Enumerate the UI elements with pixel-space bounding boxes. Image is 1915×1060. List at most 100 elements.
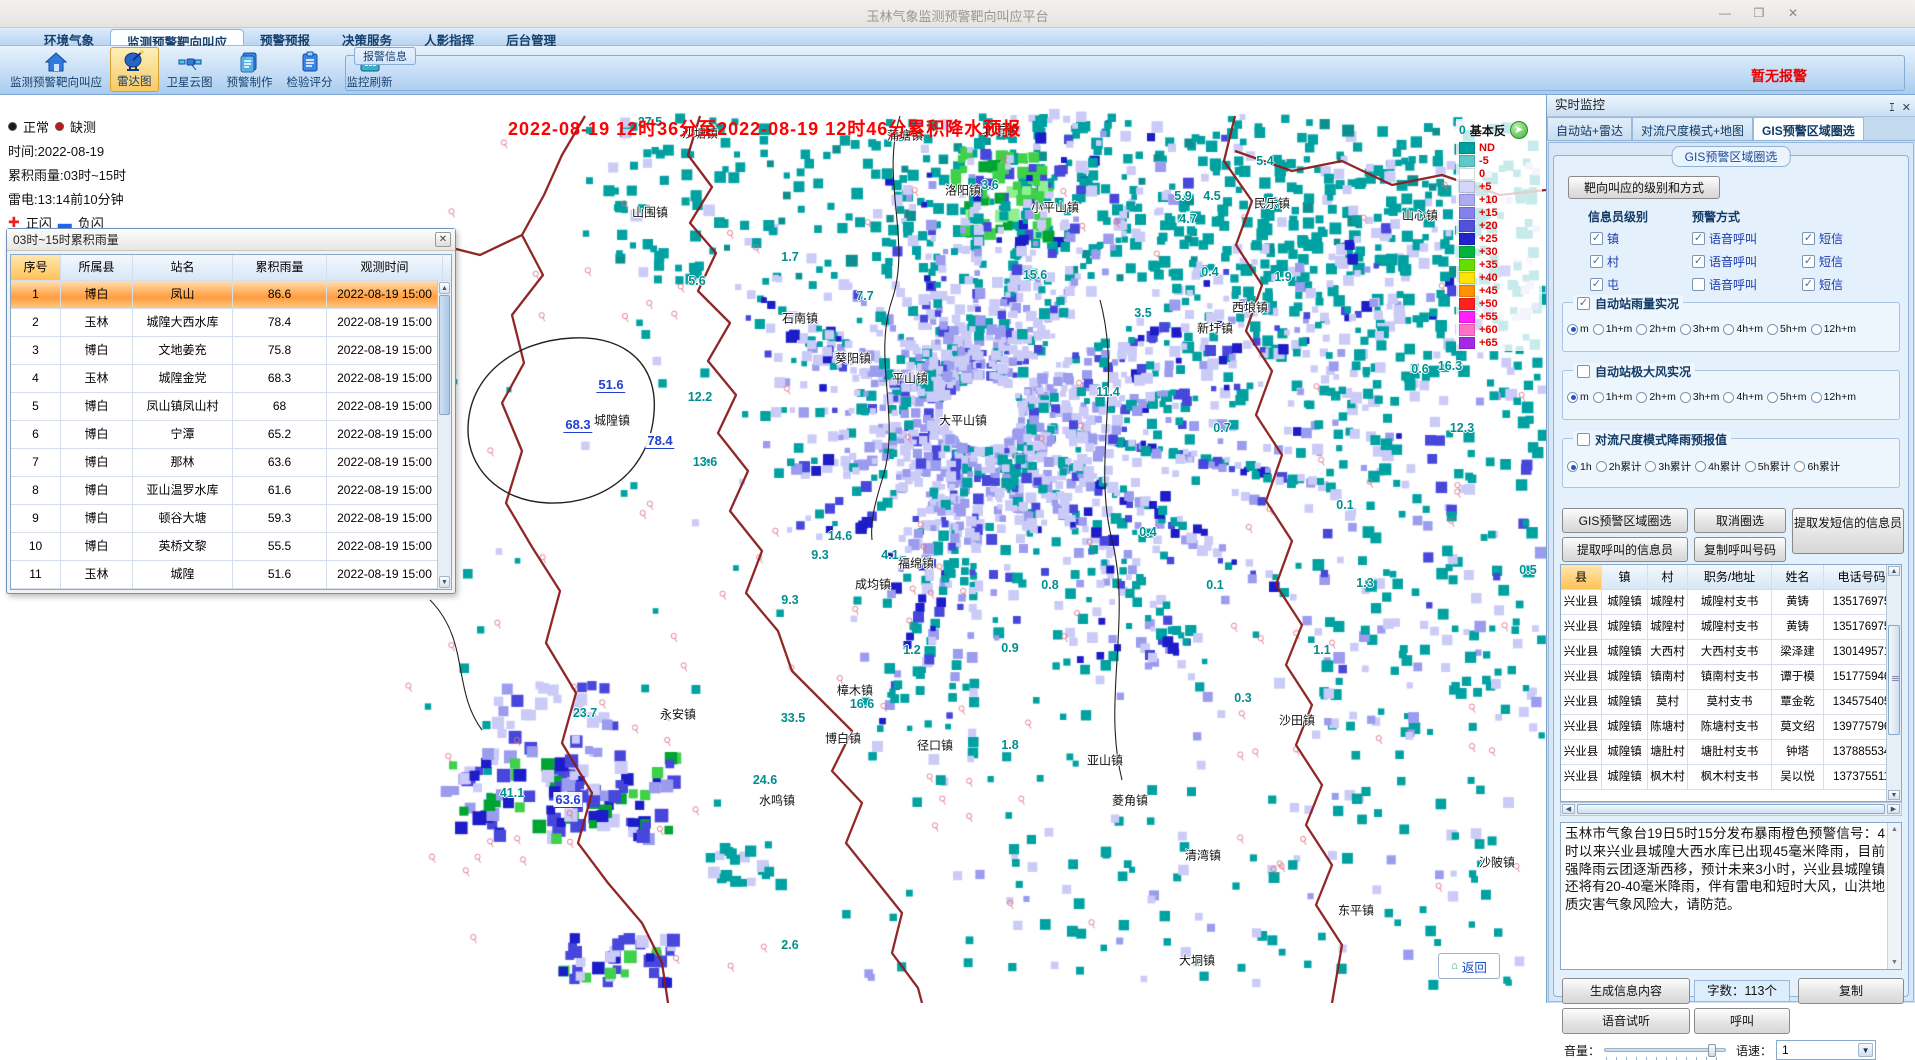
checkbox-sms[interactable]: 短信: [1802, 253, 1843, 270]
tool-监测预警靶向叫应[interactable]: 监测预警靶向叫应: [4, 49, 108, 92]
maximize-button[interactable]: ❐: [1746, 4, 1772, 22]
warning-message-textarea[interactable]: 玉林市气象台19日5时15分发布暴雨橙色预警信号：4时以来兴业县城隍大西水库已出…: [1560, 822, 1902, 970]
column-header-序号[interactable]: 序号: [11, 255, 61, 280]
column-header-职务/地址[interactable]: 职务/地址: [1688, 565, 1772, 589]
radio-dot[interactable]: [1567, 392, 1578, 403]
radio-dot[interactable]: [1636, 392, 1647, 403]
scroll-down-icon[interactable]: ▼: [439, 576, 450, 588]
scroll-up-icon[interactable]: ▲: [1888, 566, 1900, 576]
menu-tab-环境气象[interactable]: 环境气象: [28, 28, 110, 45]
checkbox[interactable]: [1802, 232, 1815, 245]
column-header-站名[interactable]: 站名: [133, 255, 233, 280]
radio-dot[interactable]: [1680, 392, 1691, 403]
level-method-button[interactable]: 靶向叫应的级别和方式: [1568, 176, 1720, 199]
radio-dot[interactable]: [1567, 461, 1578, 472]
column-header-所属县[interactable]: 所属县: [61, 255, 133, 280]
tool-雷达图[interactable]: 雷达图: [110, 47, 159, 92]
contact-row[interactable]: 兴业县城隍镇大西村大西村支书梁泽建130149571: [1561, 640, 1901, 665]
radio-dot[interactable]: [1723, 392, 1734, 403]
radio-dot[interactable]: [1794, 461, 1805, 472]
checkbox-sms[interactable]: 短信: [1802, 276, 1843, 293]
tool-检验评分[interactable]: 检验评分: [281, 49, 339, 92]
table-row[interactable]: 6博白宁潭65.22022-08-19 15:00: [11, 421, 451, 449]
radio-dot[interactable]: [1767, 392, 1778, 403]
scroll-down-icon[interactable]: ▼: [1888, 790, 1900, 800]
checkbox[interactable]: [1590, 232, 1603, 245]
table-row[interactable]: 4玉林城隍金党68.32022-08-19 15:00: [11, 365, 451, 393]
scrollbar-thumb[interactable]: [439, 295, 450, 415]
contact-row[interactable]: 兴业县城隍镇城隍村城隍村支书黄铸135176975: [1561, 590, 1901, 615]
section-checkbox[interactable]: [1577, 365, 1590, 378]
call-button[interactable]: 呼叫: [1694, 1008, 1790, 1034]
contact-row[interactable]: 兴业县城隍镇枫木村枫木村支书吴以悦137375511: [1561, 765, 1901, 790]
map-back-panel[interactable]: ⌂ 返回: [1438, 953, 1500, 979]
radio-option-1h+m[interactable]: 1h+m: [1593, 323, 1633, 335]
menu-tab-后台管理[interactable]: 后台管理: [490, 28, 572, 45]
radio-option-2h累计[interactable]: 2h累计: [1596, 459, 1642, 474]
column-header-姓名[interactable]: 姓名: [1772, 565, 1824, 589]
contact-row[interactable]: 兴业县城隍镇镇南村镇南村支书谭于模151775946: [1561, 665, 1901, 690]
extract-call-button[interactable]: 提取呼叫的信息员: [1562, 537, 1688, 562]
radio-option-12h+m[interactable]: 12h+m: [1811, 323, 1856, 335]
menu-tab-监测预警靶向叫应[interactable]: 监测预警靶向叫应: [110, 29, 244, 45]
scroll-up-icon[interactable]: ▲: [1889, 824, 1900, 835]
table-row[interactable]: 2玉林城隍大西水库78.42022-08-19 15:00: [11, 309, 451, 337]
checkbox-level-村[interactable]: 村: [1590, 253, 1619, 270]
radio-dot[interactable]: [1723, 324, 1734, 335]
rain-table-scrollbar[interactable]: ▲ ▼: [437, 281, 451, 589]
map-home-icon[interactable]: ⌂: [1451, 960, 1458, 972]
radio-dot[interactable]: [1593, 392, 1604, 403]
speed-select[interactable]: 1 ▼: [1776, 1040, 1876, 1060]
contact-scrollbar[interactable]: ▲ ▼: [1886, 565, 1901, 801]
radio-option-5h累计[interactable]: 5h累计: [1745, 459, 1791, 474]
radio-option-m[interactable]: m: [1567, 323, 1589, 335]
gis-circle-select-button[interactable]: GIS预警区域圈选: [1562, 508, 1688, 533]
menu-tab-预警预报[interactable]: 预警预报: [244, 28, 326, 45]
rain-table-header[interactable]: 序号所属县站名累积雨量观测时间: [11, 255, 451, 281]
checkbox-voice-call[interactable]: 语音呼叫: [1692, 230, 1757, 247]
radio-option-2h+m[interactable]: 2h+m: [1636, 391, 1676, 403]
section-checkbox[interactable]: [1577, 297, 1590, 310]
menu-tab-人影指挥[interactable]: 人影指挥: [408, 28, 490, 45]
radar-map[interactable]: 2022-08-19 12时36分至2022-08-19 12时46分累积降水预…: [0, 95, 1546, 1003]
column-header-累积雨量[interactable]: 累积雨量: [233, 255, 327, 280]
voice-preview-button[interactable]: 语音试听: [1562, 1008, 1690, 1034]
contact-row[interactable]: 兴业县城隍镇城隍村城隍村支书黄铸135176975: [1561, 615, 1901, 640]
radio-dot[interactable]: [1593, 324, 1604, 335]
column-header-镇[interactable]: 镇: [1602, 565, 1648, 589]
radio-option-m[interactable]: m: [1567, 391, 1589, 403]
rain-table-close-icon[interactable]: ✕: [435, 232, 451, 247]
rain-table-window[interactable]: 03时~15时累积雨量 ✕ 序号所属县站名累积雨量观测时间 1博白凤山86.62…: [6, 228, 456, 594]
contact-table-header[interactable]: 县镇村职务/地址姓名电话号码: [1561, 565, 1901, 590]
radio-option-5h+m[interactable]: 5h+m: [1767, 391, 1807, 403]
checkbox-level-屯[interactable]: 屯: [1590, 276, 1619, 293]
radio-option-5h+m[interactable]: 5h+m: [1767, 323, 1807, 335]
table-row[interactable]: 8博白亚山温罗水库61.62022-08-19 15:00: [11, 477, 451, 505]
radio-dot[interactable]: [1811, 392, 1822, 403]
radio-option-12h+m[interactable]: 12h+m: [1811, 391, 1856, 403]
checkbox-voice-call[interactable]: 语音呼叫: [1692, 253, 1757, 270]
column-header-县[interactable]: 县: [1561, 565, 1602, 589]
radio-dot[interactable]: [1745, 461, 1756, 472]
column-header-村[interactable]: 村: [1648, 565, 1688, 589]
table-row[interactable]: 7博白那林63.62022-08-19 15:00: [11, 449, 451, 477]
radio-option-3h累计[interactable]: 3h累计: [1645, 459, 1691, 474]
legend-collapse-button[interactable]: ➤: [1510, 121, 1528, 139]
minimize-button[interactable]: —: [1712, 4, 1738, 22]
table-row[interactable]: 5博白凤山镇凤山村682022-08-19 15:00: [11, 393, 451, 421]
contact-row[interactable]: 兴业县城隍镇陈塘村陈塘村支书莫文绍139775796: [1561, 715, 1901, 740]
column-header-观测时间[interactable]: 观测时间: [327, 255, 443, 280]
radio-option-3h+m[interactable]: 3h+m: [1680, 391, 1720, 403]
radio-dot[interactable]: [1680, 324, 1691, 335]
radio-option-4h累计[interactable]: 4h累计: [1695, 459, 1741, 474]
message-scrollbar[interactable]: ▲ ▼: [1887, 823, 1901, 969]
radio-dot[interactable]: [1695, 461, 1706, 472]
radio-dot[interactable]: [1811, 324, 1822, 335]
checkbox-voice-call[interactable]: 语音呼叫: [1692, 276, 1757, 293]
scroll-down-icon[interactable]: ▼: [1889, 957, 1900, 968]
contact-row[interactable]: 兴业县城隍镇塘肚村塘肚村支书钟塔137885534: [1561, 740, 1901, 765]
checkbox-level-镇[interactable]: 镇: [1590, 230, 1619, 247]
radio-option-1h+m[interactable]: 1h+m: [1593, 391, 1633, 403]
checkbox[interactable]: [1802, 255, 1815, 268]
menu-tab-决策服务[interactable]: 决策服务: [326, 28, 408, 45]
